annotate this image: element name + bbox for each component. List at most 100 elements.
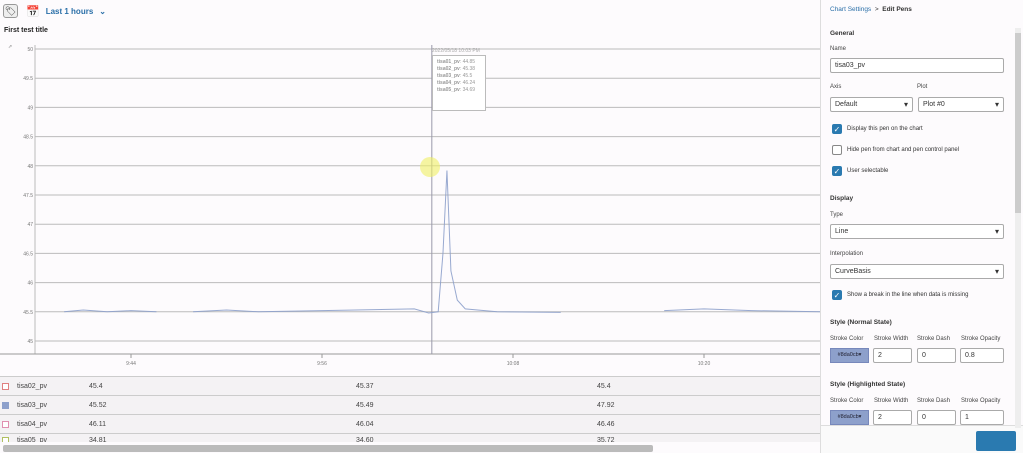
- pen-name: tisa04_pv: [17, 420, 47, 428]
- tooltip-value: 45.5: [462, 73, 473, 79]
- edit-pens-panel: Chart Settings > Edit Pens General Name …: [820, 0, 1023, 453]
- tooltip-item: tisa03_pv: 45.5: [437, 73, 473, 79]
- plot-select[interactable]: Plot #0: [918, 97, 1004, 112]
- pen-value: 35.72: [597, 437, 615, 442]
- pin-icon: ⇗: [8, 44, 12, 50]
- type-label: Type: [830, 212, 844, 218]
- y-tick-label: 46: [27, 281, 33, 287]
- type-select[interactable]: Line: [830, 224, 1004, 239]
- normal-stroke-opacity-input[interactable]: 0.8: [960, 348, 1004, 363]
- y-tick-label: 47: [27, 222, 33, 228]
- user-selectable-checkbox[interactable]: ✓: [832, 166, 842, 176]
- pen-value: 45.4: [89, 382, 103, 390]
- axis-label: Axis: [830, 84, 842, 90]
- mouse-cursor-highlight: [420, 157, 440, 177]
- table-row[interactable]: tisa02_pv 45.4 45.37 45.4: [0, 376, 820, 395]
- pen-checkbox[interactable]: [2, 382, 9, 390]
- tooltip-series-name: tisa03_pv: [437, 73, 460, 79]
- show-break-label: Show a break in the line when data is mi…: [847, 292, 969, 298]
- table-row[interactable]: tisa05_pv 34.81 34.60 35.72: [0, 433, 820, 442]
- normal-stroke-dash-input[interactable]: 0: [917, 348, 956, 363]
- name-input[interactable]: tisa03_pv: [830, 58, 1004, 73]
- series-line-tisa03_pv: [193, 170, 561, 314]
- y-tick-label: 48.5: [23, 135, 33, 141]
- normal-stroke-color-picker[interactable]: #8da0cb▾: [830, 348, 869, 363]
- tooltip-value: 44.85: [462, 59, 476, 65]
- pen-table: tisa02_pv 45.4 45.37 45.4 tisa03_pv 45.5…: [0, 376, 820, 442]
- pen-checkbox[interactable]: [2, 401, 9, 409]
- axis-select[interactable]: Default: [830, 97, 913, 112]
- highlight-stroke-opacity-input[interactable]: 1: [960, 410, 1004, 425]
- pen-value: 45.37: [356, 382, 374, 390]
- general-heading: General: [830, 30, 855, 37]
- hide-pen-checkbox[interactable]: [832, 145, 842, 155]
- name-label: Name: [830, 46, 847, 52]
- line-chart[interactable]: 50 49.5 49 48.5 48 47.5 47 46.5 46 45.5 45 ⇗ 9:44 9:5…: [0, 0, 820, 376]
- x-tick-label: 9:44: [126, 361, 136, 367]
- normal-style-heading: Style (Normal State): [830, 319, 892, 326]
- stroke-dash-label: Stroke Dash: [917, 336, 951, 342]
- display-pen-checkbox[interactable]: ✓: [832, 124, 842, 134]
- display-pen-label: Display this pen on the chart: [847, 126, 923, 132]
- pen-value: 47.92: [597, 401, 615, 409]
- tooltip-item: tisa04_pv: 46.24: [437, 80, 476, 86]
- user-selectable-label: User selectable: [847, 168, 889, 174]
- pen-value: 45.49: [356, 401, 374, 409]
- stroke-opacity-label: Stroke Opacity: [961, 336, 1001, 342]
- pen-checkbox[interactable]: [2, 420, 9, 428]
- show-break-checkbox[interactable]: ✓: [832, 290, 842, 300]
- interpolation-select[interactable]: CurveBasis: [830, 264, 1004, 279]
- stroke-color-label: Stroke Color: [830, 336, 864, 342]
- stroke-width-label: Stroke Width: [874, 336, 909, 342]
- x-tick-label: 10:20: [698, 361, 711, 367]
- pen-value: 34.60: [356, 437, 374, 442]
- plot-label: Plot: [917, 84, 928, 90]
- table-row[interactable]: tisa03_pv 45.52 45.49 47.92: [0, 395, 820, 414]
- breadcrumb: Chart Settings > Edit Pens: [830, 6, 912, 13]
- tooltip-item: tisa02_pv: 45.38: [437, 66, 476, 72]
- normal-color-value: #8da0cb: [837, 352, 859, 358]
- breadcrumb-chart-settings[interactable]: Chart Settings: [830, 6, 871, 13]
- pen-value: 46.11: [89, 420, 106, 428]
- tooltip-value: 45.38: [462, 66, 476, 72]
- horizontal-scrollbar[interactable]: [3, 445, 653, 452]
- tooltip-series-name: tisa04_pv: [437, 80, 460, 86]
- pen-checkbox[interactable]: [2, 437, 9, 442]
- x-tick-label: 9:56: [317, 361, 327, 367]
- y-tick-label: 47.5: [23, 193, 33, 199]
- table-row[interactable]: tisa04_pv 46.11 46.04 46.46: [0, 414, 820, 433]
- tooltip-series-name: tisa01_pv: [437, 59, 460, 65]
- hide-pen-label: Hide pen from chart and pen control pane…: [847, 147, 960, 153]
- pen-value: 45.52: [89, 401, 107, 409]
- tooltip-item: tisa01_pv: 44.85: [437, 59, 476, 65]
- tooltip-item: tisa05_pv: 34.69: [437, 87, 476, 93]
- panel-scrollbar[interactable]: [1015, 28, 1021, 428]
- highlight-color-value: #8da0cb: [837, 414, 859, 420]
- stroke-dash-label: Stroke Dash: [917, 398, 951, 404]
- y-tick-label: 45: [27, 339, 33, 345]
- highlight-stroke-dash-input[interactable]: 0: [917, 410, 956, 425]
- save-button[interactable]: [976, 431, 1016, 451]
- stroke-opacity-label: Stroke Opacity: [961, 398, 1001, 404]
- pen-value: 46.46: [597, 420, 615, 428]
- pen-value: 34.81: [89, 437, 107, 442]
- tooltip-series-name: tisa02_pv: [437, 66, 460, 72]
- pen-value: 46.04: [356, 420, 374, 428]
- highlight-stroke-width-input[interactable]: 2: [873, 410, 912, 425]
- pen-name: tisa02_pv: [17, 382, 47, 390]
- pen-name: tisa03_pv: [17, 401, 47, 409]
- tooltip-value: 34.69: [462, 87, 476, 93]
- y-tick-label: 49: [27, 105, 33, 111]
- stroke-color-label: Stroke Color: [830, 398, 864, 404]
- x-tick-label: 10:08: [507, 361, 520, 367]
- tooltip-series-name: tisa05_pv: [437, 87, 460, 93]
- normal-stroke-width-input[interactable]: 2: [873, 348, 912, 363]
- pen-name: tisa05_pv: [17, 437, 47, 442]
- interpolation-label: Interpolation: [830, 251, 864, 257]
- breadcrumb-current: Edit Pens: [882, 6, 912, 13]
- y-tick-label: 49.5: [23, 76, 33, 82]
- highlight-stroke-color-picker[interactable]: #8da0cb▾: [830, 410, 869, 425]
- y-tick-label: 50: [27, 47, 33, 53]
- display-heading: Display: [830, 195, 854, 202]
- pen-value: 45.4: [597, 382, 611, 390]
